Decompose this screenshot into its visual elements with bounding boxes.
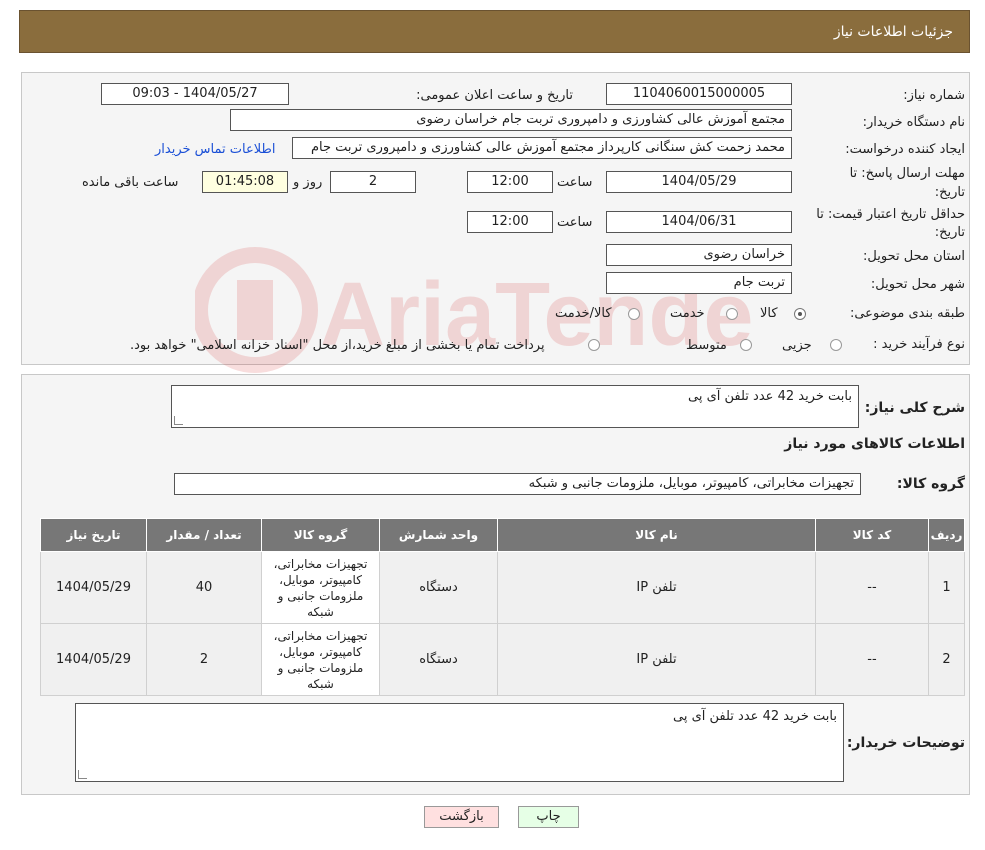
remaining-label: ساعت باقی مانده (82, 175, 179, 190)
col-header-need-date: تاریخ نیاز (40, 518, 147, 552)
cell-name: تلفن IP (497, 623, 816, 696)
category-option-goods-service: کالا/خدمت (555, 306, 612, 321)
deadline-label-1: مهلت ارسال پاسخ: تا (849, 166, 965, 181)
validity-label-1: حداقل تاریخ اعتبار قیمت: تا (816, 207, 965, 222)
remaining-time-field: 01:45:08 (202, 171, 288, 193)
requester-field: محمد زحمت کش سنگانی کارپرداز مجتمع آموزش… (292, 137, 792, 159)
buyer-org-field: مجتمع آموزش عالی کشاورزی و دامپروری تربت… (230, 109, 792, 131)
resize-handle-icon[interactable] (174, 416, 183, 425)
announce-field: 1404/05/27 - 09:03 (101, 83, 289, 105)
cell-row-num: 1 (928, 551, 965, 624)
category-option-service: خدمت (670, 306, 705, 321)
col-header-quantity: تعداد / مقدار (146, 518, 262, 552)
validity-time-label: ساعت (557, 215, 593, 230)
category-radio-goods-service[interactable] (628, 308, 640, 320)
page-header: جزئیات اطلاعات نیاز (19, 10, 970, 53)
province-field: خراسان رضوی (606, 244, 792, 266)
city-field: تربت جام (606, 272, 792, 294)
cell-need-date: 1404/05/29 (40, 623, 147, 696)
province-label: استان محل تحویل: (863, 249, 965, 264)
buyer-org-label: نام دستگاه خریدار: (862, 115, 965, 130)
process-label: نوع فرآیند خرید : (873, 337, 965, 352)
description-label: شرح کلی نیاز: (864, 400, 965, 416)
cell-name: تلفن IP (497, 551, 816, 624)
cell-code: -- (815, 623, 929, 696)
buyer-notes-text: بابت خرید 42 عدد تلفن آی پی (673, 709, 837, 724)
city-label: شهر محل تحویل: (870, 277, 965, 292)
deadline-date-field: 1404/05/29 (606, 171, 792, 193)
page-title: جزئیات اطلاعات نیاز (833, 24, 953, 40)
cell-row-num: 2 (928, 623, 965, 696)
need-number-label: شماره نیاز: (903, 88, 965, 103)
need-number-field: 1104060015000005 (606, 83, 792, 105)
process-radio-medium[interactable] (740, 339, 752, 351)
goods-info-title: اطلاعات کالاهای مورد نیاز (784, 436, 965, 452)
cell-code: -- (815, 551, 929, 624)
process-note: پرداخت تمام یا بخشی از مبلغ خرید،از محل … (130, 338, 545, 353)
col-header-unit: واحد شمارش (379, 518, 498, 552)
cell-group: تجهیزات مخابراتی، کامپیوتر، موبایل، ملزو… (261, 623, 380, 696)
cell-unit: دستگاه (379, 623, 498, 696)
goods-group-field: تجهیزات مخابراتی، کامپیوتر، موبایل، ملزو… (174, 473, 861, 495)
validity-date-field: 1404/06/31 (606, 211, 792, 233)
cell-group: تجهیزات مخابراتی، کامپیوتر، موبایل، ملزو… (261, 551, 380, 624)
buyer-notes-textarea[interactable]: بابت خرید 42 عدد تلفن آی پی (75, 703, 844, 782)
col-header-code: کد کالا (815, 518, 929, 552)
requester-label: ایجاد کننده درخواست: (845, 142, 965, 157)
category-option-goods: کالا (760, 306, 778, 321)
table-header-row: ردیف کد کالا نام کالا واحد شمارش گروه کا… (40, 518, 965, 552)
cell-need-date: 1404/05/29 (40, 551, 147, 624)
process-option-minor: جزیی (782, 338, 812, 353)
resize-handle-icon[interactable] (78, 770, 87, 779)
deadline-time-field: 12:00 (467, 171, 553, 193)
announce-label: تاریخ و ساعت اعلان عمومی: (416, 88, 573, 103)
back-button[interactable]: بازگشت (424, 806, 499, 828)
goods-table: ردیف کد کالا نام کالا واحد شمارش گروه کا… (40, 518, 965, 696)
print-button[interactable]: چاپ (518, 806, 579, 828)
cell-unit: دستگاه (379, 551, 498, 624)
description-text: بابت خرید 42 عدد تلفن آی پی (688, 389, 852, 404)
goods-group-label: گروه کالا: (896, 476, 965, 492)
contact-info-link[interactable]: اطلاعات تماس خریدار (155, 142, 275, 157)
col-header-name: نام کالا (497, 518, 816, 552)
process-radio-note[interactable] (588, 339, 600, 351)
deadline-label-2: تاریخ: (934, 185, 965, 200)
table-row: 1 -- تلفن IP دستگاه تجهیزات مخابراتی، کا… (40, 551, 965, 624)
col-header-group: گروه کالا (261, 518, 380, 552)
buyer-notes-label: توضیحات خریدار: (846, 735, 965, 751)
cell-quantity: 2 (146, 623, 262, 696)
validity-time-field: 12:00 (467, 211, 553, 233)
process-radio-minor[interactable] (830, 339, 842, 351)
deadline-time-label: ساعت (557, 175, 593, 190)
description-textarea[interactable]: بابت خرید 42 عدد تلفن آی پی (171, 385, 859, 428)
cell-quantity: 40 (146, 551, 262, 624)
days-field: 2 (330, 171, 416, 193)
table-row: 2 -- تلفن IP دستگاه تجهیزات مخابراتی، کا… (40, 623, 965, 696)
validity-label-2: تاریخ: (934, 225, 965, 240)
process-option-medium: متوسط (686, 338, 727, 353)
category-label: طبقه بندی موضوعی: (849, 306, 965, 321)
col-header-row-num: ردیف (928, 518, 965, 552)
category-radio-goods[interactable] (794, 308, 806, 320)
category-radio-service[interactable] (726, 308, 738, 320)
days-label: روز و (293, 175, 323, 190)
